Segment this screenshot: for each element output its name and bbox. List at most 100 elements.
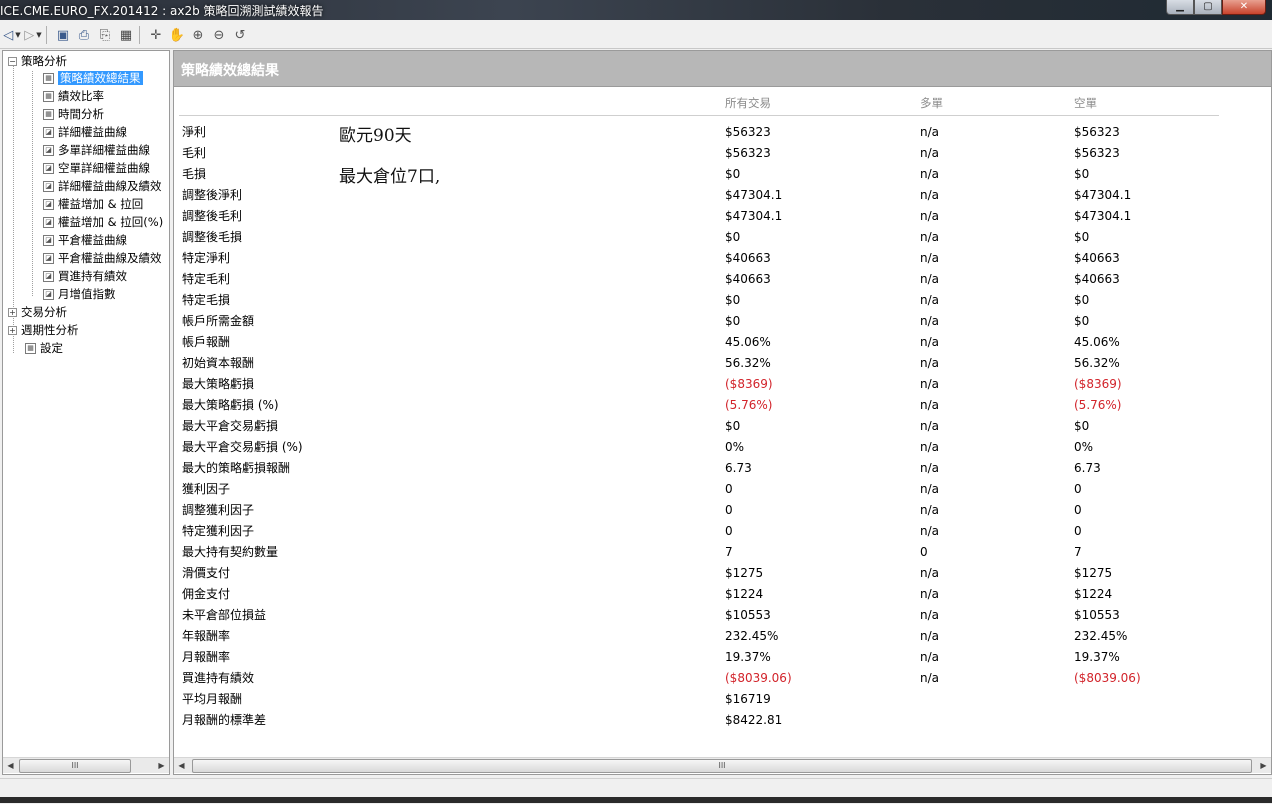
tree-item[interactable]: ▦ 績效比率 xyxy=(43,88,104,105)
scroll-left-icon[interactable]: ◀ xyxy=(3,758,18,773)
tree-item[interactable]: ◪ 平倉權益曲線 xyxy=(43,232,127,249)
cell-short-trades: $47304.1 xyxy=(1074,209,1132,223)
tree-item[interactable]: ▦ 策略績效總結果 xyxy=(43,70,143,87)
table-icon: ▦ xyxy=(43,109,54,120)
table-row: 帳戶所需金額 $0 n/a $0 xyxy=(174,311,1271,332)
table-icon: ▦ xyxy=(43,73,54,84)
cell-all-trades: $40663 xyxy=(725,272,771,286)
close-button[interactable]: ✕ xyxy=(1222,0,1266,15)
scroll-right-icon[interactable]: ▶ xyxy=(154,758,169,773)
row-label: 平均月報酬 xyxy=(182,692,243,706)
tree-item-label: 權益增加 & 拉回(%) xyxy=(58,215,164,229)
tree-item[interactable]: ◪ 平倉權益曲線及績效 xyxy=(43,250,162,267)
column-header-long: 多單 xyxy=(920,96,943,110)
cell-short-trades: $0 xyxy=(1074,314,1090,328)
row-label: 調整後淨利 xyxy=(182,188,243,202)
tree-item-label: 權益增加 & 拉回 xyxy=(58,197,144,211)
tree-item-label: 多單詳細權益曲線 xyxy=(58,143,150,157)
expand-icon[interactable]: + xyxy=(8,308,17,317)
tree-line xyxy=(32,71,33,296)
cell-short-trades: (5.76%) xyxy=(1074,398,1122,412)
scroll-thumb[interactable]: III xyxy=(19,759,131,773)
table-row: 月報酬的標準差 $8422.81 xyxy=(174,710,1271,731)
table-row: 滑價支付 $1275 n/a $1275 xyxy=(174,563,1271,584)
cell-short-trades: 0% xyxy=(1074,440,1094,454)
cell-all-trades: $56323 xyxy=(725,125,771,139)
tree-item[interactable]: ◪ 月增值指數 xyxy=(43,286,116,303)
report-panel: 策略績效總結果 所有交易 多單 空單 歐元90天 最大倉位7口, 淨利 $5632… xyxy=(173,50,1272,775)
tree-item[interactable]: ◪ 多單詳細權益曲線 xyxy=(43,142,150,159)
cell-long-trades: n/a xyxy=(920,293,940,307)
save-icon[interactable]: ▣ xyxy=(54,25,72,45)
row-label: 滑價支付 xyxy=(182,566,231,580)
print-preview-icon[interactable]: ⎙ xyxy=(75,25,93,45)
table-row: 特定獲利因子 0 n/a 0 xyxy=(174,521,1271,542)
tree-item-label: 詳細權益曲線 xyxy=(58,125,127,139)
tree-root-strategy-analysis[interactable]: − 策略分析 xyxy=(8,53,67,70)
cell-all-trades: $1224 xyxy=(725,587,764,601)
tree-item[interactable]: ▦ 時間分析 xyxy=(43,106,104,123)
row-label: 最大策略虧損 (%) xyxy=(182,398,279,412)
toolbar: ◁ ▼ ▷ ▼ ▣ ⎙ ⎘ ▦ ✛ ✋ ⊕ ⊖ ↺ xyxy=(0,22,1272,49)
hand-icon[interactable]: ✋ xyxy=(168,25,186,45)
collapse-icon[interactable]: − xyxy=(8,57,17,66)
cell-all-trades: $40663 xyxy=(725,251,771,265)
minimize-button[interactable]: ▁ xyxy=(1166,0,1194,15)
table-row: 毛利 $56323 n/a $56323 xyxy=(174,143,1271,164)
tree-item[interactable]: ◪ 詳細權益曲線 xyxy=(43,124,127,141)
cell-long-trades: n/a xyxy=(920,251,940,265)
row-label: 特定獲利因子 xyxy=(182,524,255,538)
row-label: 特定毛損 xyxy=(182,293,231,307)
cell-long-trades: n/a xyxy=(920,335,940,349)
table-row: 獲利因子 0 n/a 0 xyxy=(174,479,1271,500)
header-divider xyxy=(179,115,1219,116)
back-icon[interactable]: ◁ ▼ xyxy=(3,25,21,45)
cell-all-trades: 0 xyxy=(725,482,733,496)
tree-item[interactable]: ◪ 買進持有績效 xyxy=(43,268,127,285)
table-row: 調整後淨利 $47304.1 n/a $47304.1 xyxy=(174,185,1271,206)
report-horizontal-scrollbar[interactable]: ◀ III ▶ xyxy=(174,757,1271,773)
print-icon[interactable]: ⎘ xyxy=(96,25,114,45)
tree-root-trade-analysis[interactable]: + 交易分析 xyxy=(8,304,67,321)
chart-icon: ◪ xyxy=(43,127,54,138)
crosshair-icon[interactable]: ✛ xyxy=(147,25,165,45)
cell-short-trades: ($8039.06) xyxy=(1074,671,1141,685)
cell-short-trades: 0 xyxy=(1074,503,1082,517)
expand-icon[interactable]: + xyxy=(8,326,17,335)
table-row: 特定毛損 $0 n/a $0 xyxy=(174,290,1271,311)
maximize-button[interactable]: ▢ xyxy=(1194,0,1222,15)
cell-short-trades: $56323 xyxy=(1074,146,1120,160)
scroll-thumb[interactable]: III xyxy=(192,759,1252,773)
table-row: 調整後毛損 $0 n/a $0 xyxy=(174,227,1271,248)
table-row: 特定淨利 $40663 n/a $40663 xyxy=(174,248,1271,269)
cell-long-trades: n/a xyxy=(920,125,940,139)
reset-icon[interactable]: ↺ xyxy=(231,25,249,45)
table-icon[interactable]: ▦ xyxy=(117,25,135,45)
cell-long-trades: n/a xyxy=(920,188,940,202)
chart-icon: ◪ xyxy=(43,163,54,174)
tree-item[interactable]: ◪ 權益增加 & 拉回(%) xyxy=(43,214,163,231)
cell-short-trades: $40663 xyxy=(1074,272,1120,286)
tree-item[interactable]: ◪ 空單詳細權益曲線 xyxy=(43,160,150,177)
scroll-right-icon[interactable]: ▶ xyxy=(1256,758,1271,773)
tree-root-settings[interactable]: ▦ 設定 xyxy=(25,340,63,357)
table-row: 帳戶報酬 45.06% n/a 45.06% xyxy=(174,332,1271,353)
row-label: 毛損 xyxy=(182,167,207,181)
cell-short-trades: $47304.1 xyxy=(1074,188,1132,202)
zoom-in-icon[interactable]: ⊕ xyxy=(189,25,207,45)
tree-item[interactable]: ◪ 權益增加 & 拉回 xyxy=(43,196,143,213)
cell-all-trades: $0 xyxy=(725,419,741,433)
cell-all-trades: $0 xyxy=(725,293,741,307)
cell-all-trades: $47304.1 xyxy=(725,188,783,202)
tree-root-periodic-analysis[interactable]: + 週期性分析 xyxy=(8,322,79,339)
cell-long-trades: n/a xyxy=(920,608,940,622)
zoom-out-icon[interactable]: ⊖ xyxy=(210,25,228,45)
tree-item[interactable]: ◪ 詳細權益曲線及績效 xyxy=(43,178,162,195)
scroll-left-icon[interactable]: ◀ xyxy=(174,758,189,773)
cell-all-trades: ($8369) xyxy=(725,377,773,391)
forward-icon[interactable]: ▷ ▼ xyxy=(24,25,42,45)
row-label: 最大的策略虧損報酬 xyxy=(182,461,291,475)
tree-horizontal-scrollbar[interactable]: ◀ III ▶ xyxy=(3,757,169,773)
row-label: 特定淨利 xyxy=(182,251,231,265)
row-label: 帳戶所需金額 xyxy=(182,314,255,328)
